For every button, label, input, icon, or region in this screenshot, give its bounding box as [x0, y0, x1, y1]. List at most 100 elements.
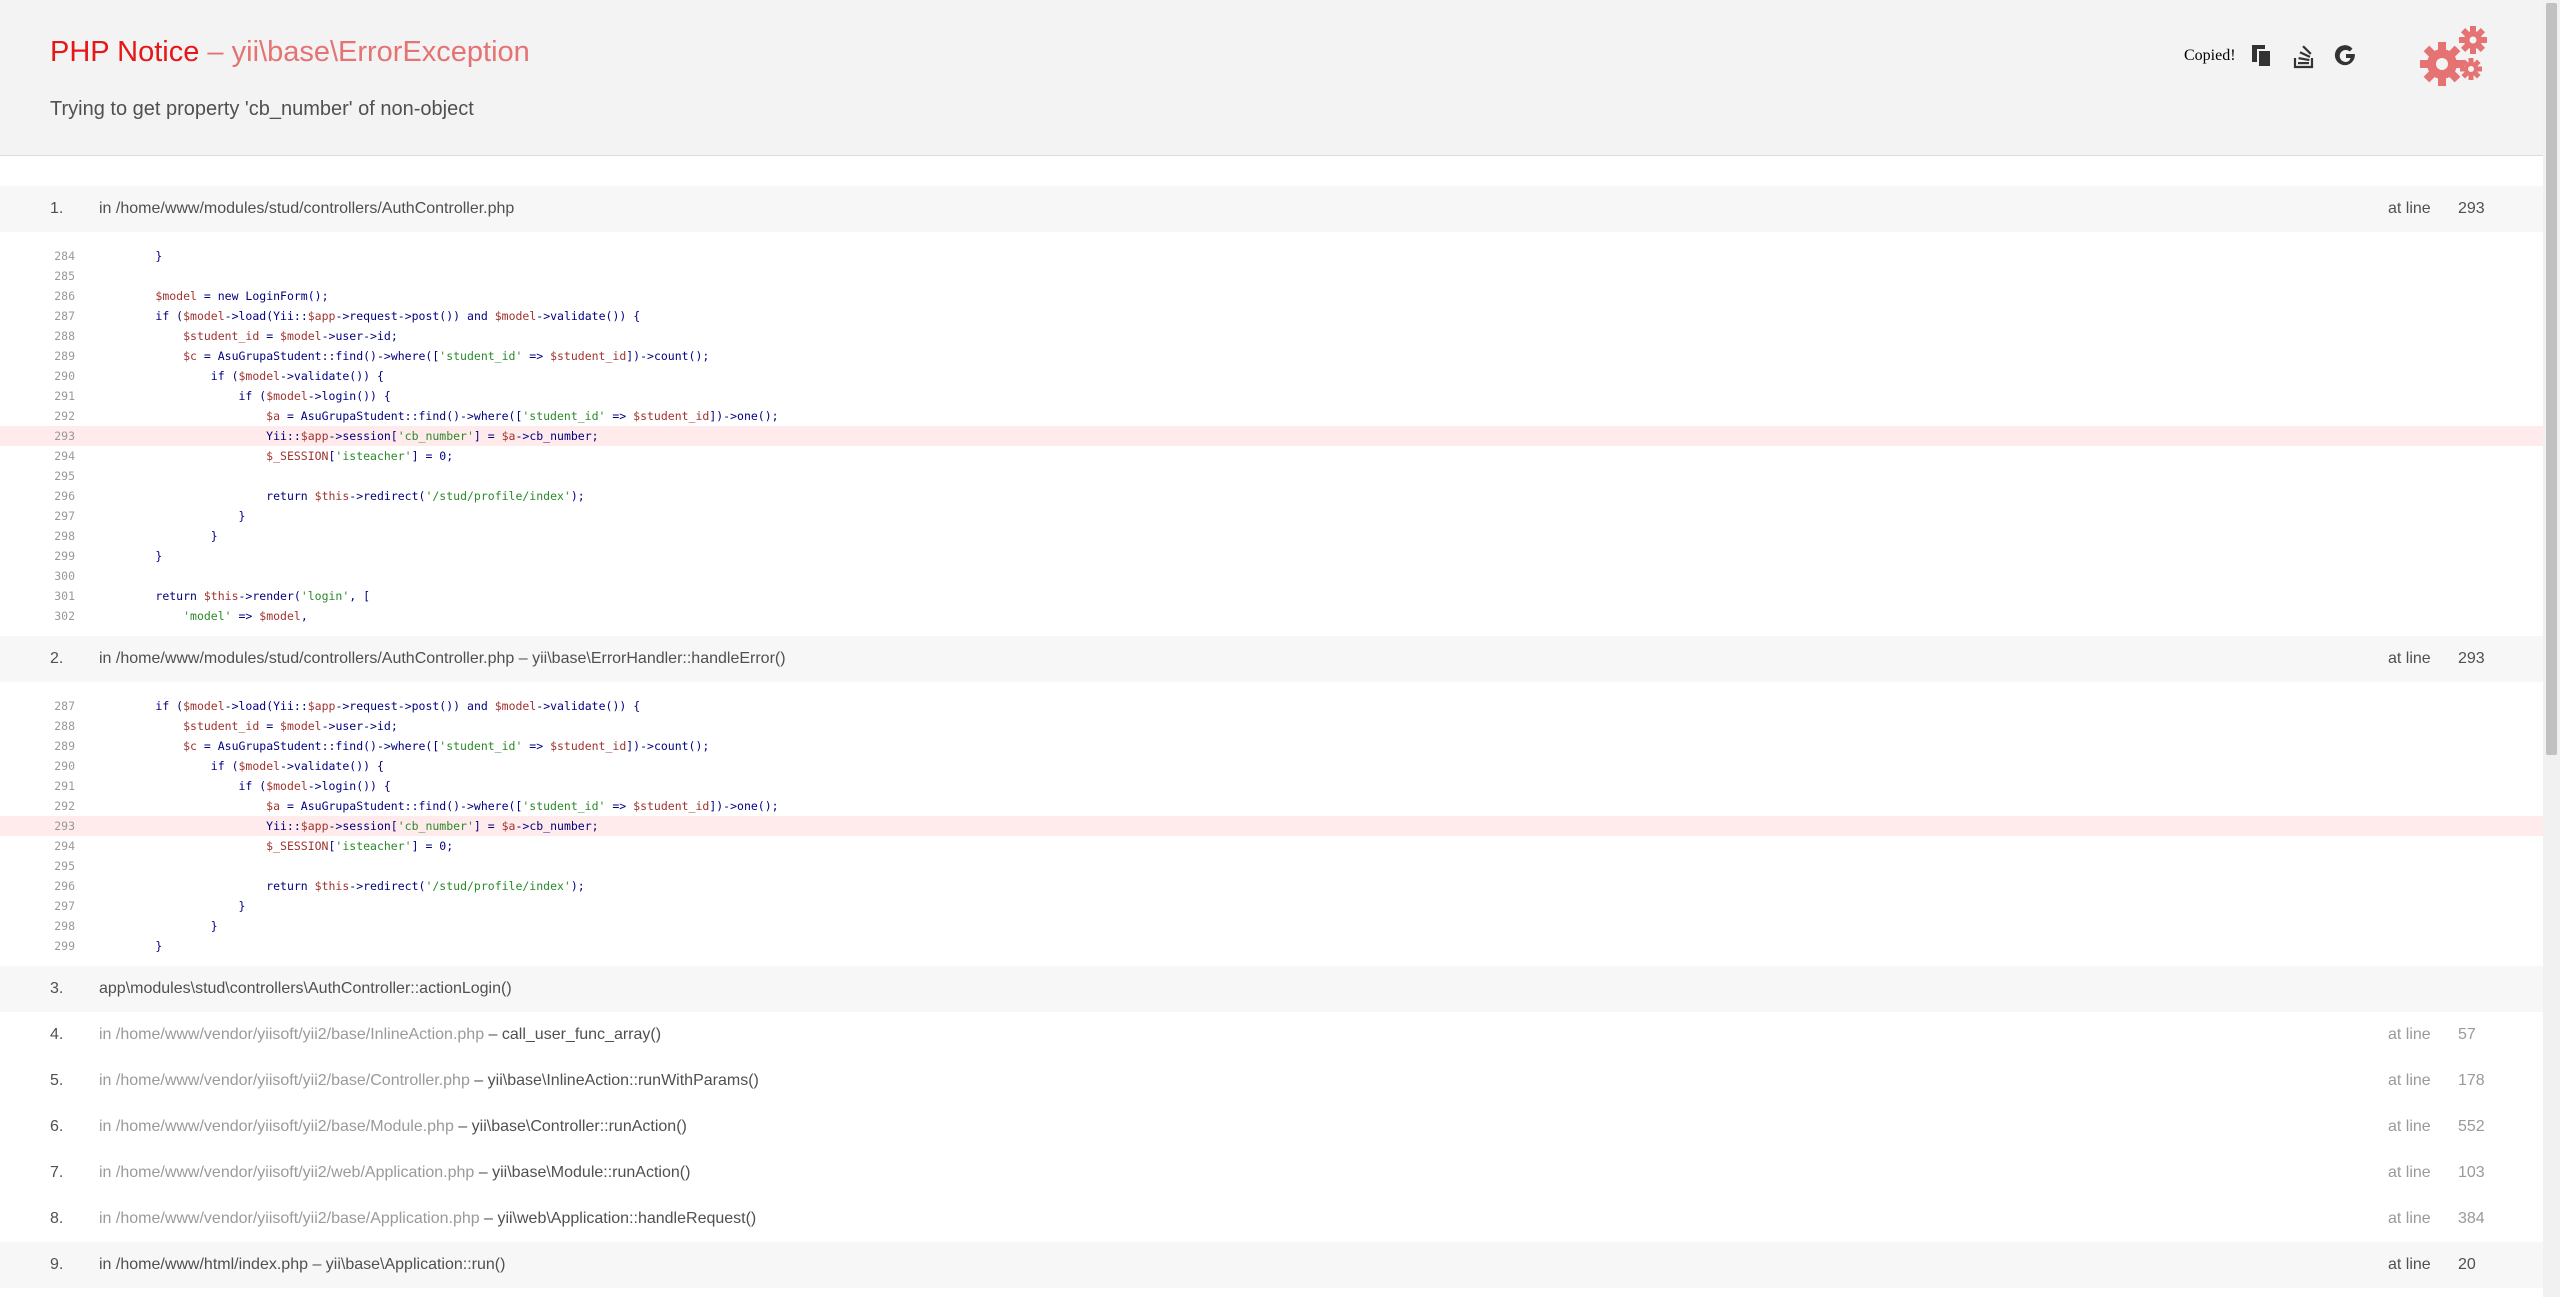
- code-line: 299 }: [0, 936, 2543, 956]
- code-text: if ($model->login()) {: [238, 779, 391, 793]
- code-text: $a = AsuGrupaStudent::find()->where(['st…: [266, 409, 779, 423]
- frame-location: in /home/www/vendor/yiisoft/yii2/base/In…: [99, 1026, 2388, 1044]
- exception-class: yii\base\ErrorException: [231, 36, 530, 68]
- frame-file-path: /home/www/vendor/yiisoft/yii2/base/Contr…: [115, 1072, 470, 1089]
- scrollbar-thumb[interactable]: [2546, 3, 2557, 755]
- code-text: if ($model->load(Yii::$app->request->pos…: [155, 699, 641, 713]
- code-line: 290 if ($model->validate()) {: [0, 366, 2543, 386]
- stack-frame[interactable]: 7. in /home/www/vendor/yiisoft/yii2/web/A…: [0, 1150, 2543, 1196]
- code-text: }: [100, 939, 163, 953]
- code-line: 297 }: [0, 506, 2543, 526]
- stack-frame[interactable]: 1. in /home/www/modules/stud/controllers/…: [0, 186, 2543, 636]
- code-line-number: 285: [54, 269, 75, 283]
- stack-frame[interactable]: 5. in /home/www/vendor/yiisoft/yii2/base/…: [0, 1058, 2543, 1104]
- stackoverflow-icon[interactable]: [2290, 42, 2318, 70]
- code-text: return $this->redirect('/stud/profile/in…: [266, 489, 585, 503]
- code-line-number: 291: [54, 779, 75, 793]
- frame-number: 8.: [50, 1210, 64, 1227]
- stack-frame[interactable]: 8. in /home/www/vendor/yiisoft/yii2/base/…: [0, 1196, 2543, 1242]
- frame-location: in /home/www/modules/stud/controllers/Au…: [99, 200, 2388, 218]
- code-line: 296 return $this->redirect('/stud/profil…: [0, 486, 2543, 506]
- frame-file-path: /home/www/vendor/yiisoft/yii2/base/Inlin…: [115, 1026, 485, 1043]
- page-title: PHP Notice – yii\base\ErrorException: [50, 36, 530, 69]
- frame-header[interactable]: 8. in /home/www/vendor/yiisoft/yii2/base/…: [0, 1196, 2543, 1242]
- code-line: 292 $a = AsuGrupaStudent::find()->where(…: [0, 406, 2543, 426]
- frame-file-path: /home/www/modules/stud/controllers/AuthC…: [115, 650, 515, 667]
- frame-prefix: in: [99, 1210, 116, 1227]
- code-line: 294 $_SESSION['isteacher'] = 0;: [0, 446, 2543, 466]
- call-stack[interactable]: 1. in /home/www/modules/stud/controllers/…: [0, 156, 2543, 1297]
- code-line: 297 }: [0, 896, 2543, 916]
- code-text: }: [100, 509, 246, 523]
- code-line: 286 $model = new LoginForm();: [0, 286, 2543, 306]
- frame-prefix: in: [99, 1256, 116, 1273]
- stack-frame[interactable]: 9. in /home/www/html/index.php – yii\base…: [0, 1242, 2543, 1288]
- code-text: if ($model->validate()) {: [210, 759, 384, 773]
- stack-frame[interactable]: 4. in /home/www/vendor/yiisoft/yii2/base/…: [0, 1012, 2543, 1058]
- frame-location: app\modules\stud\controllers\AuthControl…: [99, 980, 2543, 998]
- code-text: $_SESSION['isteacher'] = 0;: [266, 449, 454, 463]
- title-separator: –: [199, 36, 232, 68]
- stack-frame[interactable]: 3. app\modules\stud\controllers\AuthContr…: [0, 966, 2543, 1012]
- stack-frame[interactable]: 2. in /home/www/modules/stud/controllers/…: [0, 636, 2543, 966]
- frame-location: in /home/www/vendor/yiisoft/yii2/base/Co…: [99, 1072, 2388, 1090]
- frame-header[interactable]: 5. in /home/www/vendor/yiisoft/yii2/base/…: [0, 1058, 2543, 1104]
- at-line-label: at line: [2388, 650, 2431, 667]
- code-line-number: 294: [54, 839, 75, 853]
- frame-number: 9.: [50, 1256, 64, 1273]
- frame-header[interactable]: 1. in /home/www/modules/stud/controllers/…: [0, 186, 2543, 232]
- code-line-number: 293: [54, 819, 75, 833]
- frame-prefix: in: [99, 1026, 116, 1043]
- frame-number: 5.: [50, 1072, 64, 1089]
- frame-prefix: in: [99, 200, 116, 217]
- code-line-number: 299: [54, 549, 75, 563]
- code-line: 296 return $this->redirect('/stud/profil…: [0, 876, 2543, 896]
- code-line: 287 if ($model->load(Yii::$app->request-…: [0, 306, 2543, 326]
- code-line-number: 295: [54, 859, 75, 873]
- frame-file-path: /home/www/modules/stud/controllers/AuthC…: [115, 200, 515, 217]
- frame-header[interactable]: 9. in /home/www/html/index.php – yii\base…: [0, 1242, 2543, 1288]
- code-line-number: 299: [54, 939, 75, 953]
- at-line-label: at line: [2388, 1026, 2431, 1043]
- code-line-number: 298: [54, 529, 75, 543]
- code-text: return $this->redirect('/stud/profile/in…: [266, 879, 585, 893]
- code-text: $c = AsuGrupaStudent::find()->where(['st…: [183, 739, 710, 753]
- copy-icon[interactable]: [2248, 42, 2276, 70]
- error-code-line: 293 Yii::$app->session['cb_number'] = $a…: [0, 426, 2543, 446]
- code-line-number: 288: [54, 329, 75, 343]
- frame-prefix: in: [99, 650, 116, 667]
- frame-header[interactable]: 3. app\modules\stud\controllers\AuthContr…: [0, 966, 2543, 1012]
- frame-line-number: 103: [2458, 1164, 2485, 1181]
- code-line-number: 298: [54, 919, 75, 933]
- stack-frame[interactable]: 6. in /home/www/vendor/yiisoft/yii2/base/…: [0, 1104, 2543, 1150]
- code-text: if ($model->validate()) {: [210, 369, 384, 383]
- google-icon[interactable]: [2332, 42, 2360, 70]
- code-line: 300: [0, 566, 2543, 586]
- code-line-number: 297: [54, 899, 75, 913]
- frame-location: in /home/www/modules/stud/controllers/Au…: [99, 650, 2388, 668]
- code-line-number: 287: [54, 309, 75, 323]
- frame-location: in /home/www/vendor/yiisoft/yii2/base/Mo…: [99, 1118, 2388, 1136]
- frame-header[interactable]: 6. in /home/www/vendor/yiisoft/yii2/base/…: [0, 1104, 2543, 1150]
- code-line-number: 297: [54, 509, 75, 523]
- frame-header[interactable]: 7. in /home/www/vendor/yiisoft/yii2/web/A…: [0, 1150, 2543, 1196]
- code-line: 292 $a = AsuGrupaStudent::find()->where(…: [0, 796, 2543, 816]
- code-line-number: 296: [54, 489, 75, 503]
- frame-call: – yii\base\Application::run(): [308, 1256, 506, 1273]
- frame-number: 3.: [50, 980, 64, 997]
- frame-header[interactable]: 4. in /home/www/vendor/yiisoft/yii2/base/…: [0, 1012, 2543, 1058]
- frame-line-number: 552: [2458, 1118, 2485, 1135]
- code-text: if ($model->login()) {: [238, 389, 391, 403]
- code-text: if ($model->load(Yii::$app->request->pos…: [155, 309, 641, 323]
- code-line: 298 }: [0, 526, 2543, 546]
- frame-list: 1. in /home/www/modules/stud/controllers/…: [0, 156, 2543, 1288]
- code-text: Yii::$app->session['cb_number'] = $a->cb…: [100, 429, 599, 443]
- code-line: 288 $student_id = $model->user->id;: [0, 326, 2543, 346]
- code-line-number: 294: [54, 449, 75, 463]
- frame-file-path: /home/www/vendor/yiisoft/yii2/web/Applic…: [115, 1164, 475, 1181]
- frame-number: 2.: [50, 650, 64, 667]
- code-text: $_SESSION['isteacher'] = 0;: [266, 839, 454, 853]
- frame-header[interactable]: 2. in /home/www/modules/stud/controllers/…: [0, 636, 2543, 682]
- code-line: 288 $student_id = $model->user->id;: [0, 716, 2543, 736]
- code-line-number: 292: [54, 799, 75, 813]
